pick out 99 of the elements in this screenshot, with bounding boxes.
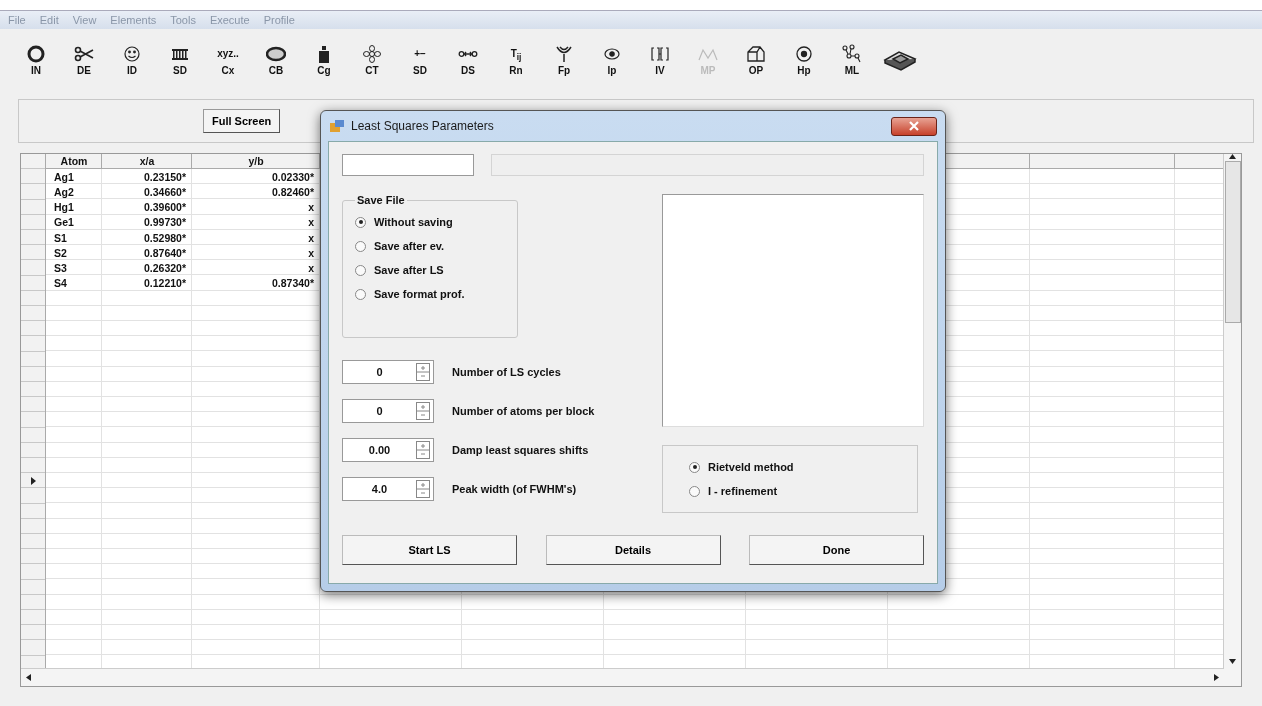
table-cell-text: 0.12210* [142, 276, 187, 291]
toolbar-button[interactable]: IV [638, 44, 682, 76]
glyph-icon: +− [414, 44, 426, 64]
glyph-icon: xyz.. [217, 44, 239, 64]
toolbar-button[interactable]: Fp [542, 44, 586, 76]
horizontal-scrollbar[interactable] [21, 668, 1224, 686]
radio-label: Save after ev. [374, 240, 445, 252]
book-icon [883, 49, 917, 71]
toolbar-button[interactable]: Hp [782, 44, 826, 76]
column-header[interactable]: y/b [192, 154, 320, 169]
glyph-icon: T$_{ij}$ [510, 44, 522, 64]
table-cell-text: Ag2 [53, 184, 75, 200]
table-cell-text: S4 [53, 276, 68, 291]
radio-button[interactable] [355, 288, 366, 300]
brackets-icon [650, 44, 670, 64]
vertical-scrollbar[interactable] [1223, 154, 1241, 686]
spin-arrows-icon[interactable] [416, 402, 430, 420]
table-cell-text: 0.23150* [142, 169, 187, 185]
scroll-up-icon[interactable] [1229, 154, 1236, 159]
table-cell-text: 0.82460* [270, 184, 315, 200]
app-icon [329, 119, 345, 133]
scroll-left-icon[interactable] [26, 674, 31, 681]
dialog-button[interactable]: Details [545, 535, 721, 565]
toolbar-button[interactable]: Cg [302, 44, 346, 76]
full-screen-button[interactable]: Full Screen [203, 109, 281, 133]
toolbar-button[interactable]: DE [62, 44, 106, 76]
spinner-label: Peak width (of FWHM's) [452, 483, 577, 495]
table-cell-text: Ge1 [53, 215, 75, 230]
toolbar-button[interactable]: CB [254, 44, 298, 76]
smiley-icon [122, 44, 142, 64]
table-cell-text: x [307, 230, 315, 246]
column-header[interactable]: Atom [46, 154, 102, 169]
radio-label: Save format prof. [374, 288, 465, 300]
table-cell-text: x [307, 200, 315, 215]
group-title: Save File [356, 194, 406, 206]
radio-label: Without saving [374, 216, 453, 228]
table-cell-text: 0.99730* [142, 215, 187, 230]
spin-arrows-icon[interactable] [416, 480, 430, 498]
table-cell-text: x [307, 260, 315, 276]
toolbar-button[interactable]: T$_{ij}$ Rn [494, 44, 538, 76]
toolbar-button[interactable]: ID [110, 44, 154, 76]
radio-label: I - refinement [708, 485, 778, 497]
dialog-title: Least Squares Parameters [351, 119, 495, 133]
fork-icon [554, 44, 574, 64]
table-cell-text: 0.87340* [270, 276, 315, 291]
radio-button[interactable] [355, 264, 366, 276]
scroll-down-icon[interactable] [1229, 659, 1236, 664]
table-cell-text: 0.87640* [142, 245, 187, 261]
radio-button[interactable] [355, 240, 366, 252]
toolbar-button[interactable]: +− SD [398, 44, 442, 76]
spinner-field[interactable]: 4.0 [342, 477, 434, 501]
spinner-label: Damp least squares shifts [452, 444, 589, 456]
dialog-button[interactable]: Start LS [342, 535, 517, 565]
table-cell-text: S2 [53, 245, 68, 261]
close-button[interactable] [891, 116, 937, 136]
spinner-label: Number of atoms per block [452, 405, 595, 417]
toolbar-button[interactable]: IN [14, 44, 58, 76]
table-cell-text: 0.52980* [142, 230, 187, 246]
table-cell-text: x [307, 245, 315, 261]
table-cell-text: S3 [53, 260, 68, 276]
spinner-field[interactable]: 0 [342, 399, 434, 423]
table-cell-text: S1 [53, 230, 68, 246]
radio-button[interactable] [355, 216, 366, 228]
table-cell-text: 0.39600* [142, 200, 187, 215]
toolbar-button[interactable]: CT [350, 44, 394, 76]
target-icon [794, 44, 814, 64]
table-cell-text: Hg1 [53, 200, 75, 215]
scroll-right-icon[interactable] [1214, 674, 1219, 681]
toolbar-button[interactable]: SD [158, 44, 202, 76]
dialog-button[interactable]: Done [749, 535, 924, 565]
table-cell-text: 0.02330* [270, 169, 315, 185]
table-cell-text: x [307, 215, 315, 230]
column-header[interactable]: x/a [102, 154, 192, 169]
toolbar-button[interactable]: OP [734, 44, 778, 76]
toolbar-button[interactable]: ML [830, 44, 874, 76]
toolbar-button[interactable]: Ip [590, 44, 634, 76]
radio-label: Rietveld method [708, 461, 794, 473]
table-cell-text: 0.34660* [142, 184, 187, 200]
toolbar-button[interactable]: DS [446, 44, 490, 76]
cube-icon [746, 44, 766, 64]
flower-icon [362, 44, 382, 64]
spinner-field[interactable]: 0.00 [342, 438, 434, 462]
ring-icon [26, 44, 46, 64]
table-cell-text: Ag1 [53, 169, 75, 185]
scissors-icon [74, 44, 94, 64]
spin-arrows-icon[interactable] [416, 441, 430, 459]
scrollbar-thumb[interactable] [1224, 161, 1241, 323]
radio-label: Save after LS [374, 264, 444, 276]
close-icon [909, 121, 919, 131]
spinner-field[interactable]: 0 [342, 360, 434, 384]
table-cell-text: 0.26320* [142, 260, 187, 276]
molecule-icon [842, 44, 862, 64]
spinner-label: Number of LS cycles [452, 366, 561, 378]
radio-button[interactable] [689, 461, 700, 473]
spin-arrows-icon[interactable] [416, 363, 430, 381]
toolbar-button[interactable]: xyz.. Cx [206, 44, 250, 76]
input-field[interactable] [342, 154, 474, 176]
radio-button[interactable] [689, 485, 700, 497]
row-pointer-icon [30, 476, 36, 485]
